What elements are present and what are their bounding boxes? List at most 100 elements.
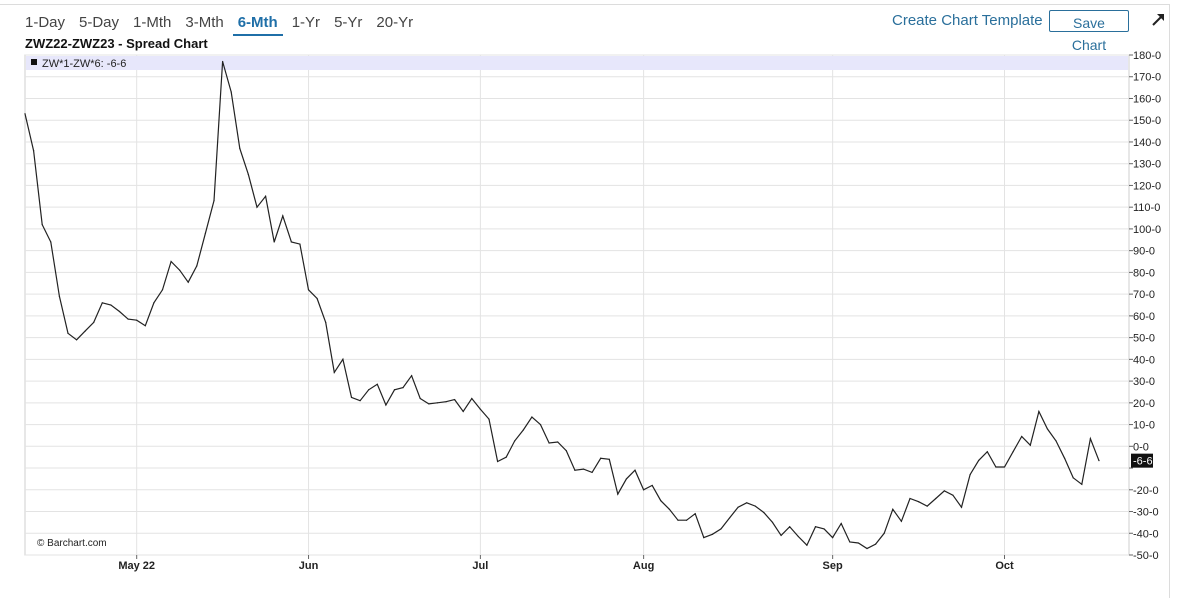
data-point xyxy=(1046,428,1049,430)
data-point xyxy=(625,478,628,480)
data-point xyxy=(995,466,997,468)
data-point xyxy=(643,489,645,491)
y-tick-label: 20-0 xyxy=(1133,398,1155,410)
y-tick-label: 170-0 xyxy=(1133,72,1161,84)
data-point xyxy=(909,497,911,500)
data-point xyxy=(617,493,619,495)
data-point xyxy=(402,387,404,389)
data-point xyxy=(428,403,430,405)
data-point xyxy=(814,526,817,528)
expand-arrow-icon[interactable] xyxy=(1148,10,1168,30)
plot-area xyxy=(24,54,1130,556)
data-point xyxy=(462,410,464,413)
x-tick-label: Oct xyxy=(995,560,1014,572)
data-point xyxy=(660,500,662,502)
data-point xyxy=(264,195,267,197)
data-point xyxy=(634,469,636,471)
data-point xyxy=(892,508,894,510)
data-point xyxy=(952,494,954,496)
x-tick-label: Aug xyxy=(633,560,654,572)
y-tick-label: 50-0 xyxy=(1133,333,1155,345)
y-tick-label: 160-0 xyxy=(1133,93,1161,105)
data-point xyxy=(273,241,275,243)
data-point xyxy=(24,113,26,115)
data-point xyxy=(350,396,353,398)
data-point xyxy=(1081,483,1083,485)
data-point xyxy=(325,321,327,323)
data-point xyxy=(960,506,963,508)
data-point xyxy=(986,451,988,453)
data-point xyxy=(935,497,937,500)
range-tab-1-day[interactable]: 1-Day xyxy=(20,12,70,36)
y-tick-label: 0-0 xyxy=(1133,441,1149,453)
range-tab-1-yr[interactable]: 1-Yr xyxy=(287,12,325,36)
data-point xyxy=(179,269,181,271)
data-point xyxy=(299,243,301,245)
data-point xyxy=(754,505,756,507)
data-point xyxy=(471,397,473,400)
data-point xyxy=(1021,435,1023,438)
range-tab-5-day[interactable]: 5-Day xyxy=(74,12,124,36)
data-point xyxy=(1072,477,1074,479)
data-point xyxy=(797,535,799,538)
range-tab-5-yr[interactable]: 5-Yr xyxy=(329,12,367,36)
data-point xyxy=(1038,410,1040,413)
y-tick-label: 60-0 xyxy=(1133,311,1155,323)
data-point xyxy=(548,442,550,444)
y-tick-label: 140-0 xyxy=(1133,137,1161,149)
data-point xyxy=(376,383,378,385)
data-point xyxy=(196,265,198,267)
y-tick-label: 110-0 xyxy=(1133,202,1160,214)
data-point xyxy=(849,541,851,543)
data-point xyxy=(136,319,138,321)
data-point xyxy=(832,537,834,539)
y-tick-label: 30-0 xyxy=(1133,376,1155,388)
data-point xyxy=(282,215,284,217)
data-point xyxy=(170,260,172,263)
range-tab-1-mth[interactable]: 1-Mth xyxy=(128,12,176,36)
range-tab-6-mth[interactable]: 6-Mth xyxy=(232,12,283,36)
range-tab-3-mth[interactable]: 3-Mth xyxy=(180,12,228,36)
data-point xyxy=(900,520,902,522)
data-point xyxy=(368,389,370,391)
data-point xyxy=(1029,444,1031,446)
data-point xyxy=(557,441,559,443)
data-point xyxy=(479,408,481,410)
y-tick-label: -40-0 xyxy=(1133,528,1159,540)
data-point xyxy=(213,200,215,202)
data-point xyxy=(316,297,318,300)
data-point xyxy=(943,490,945,492)
data-point xyxy=(84,330,86,332)
legend-label: ZW*1-ZW*6: -6-6 xyxy=(42,58,126,70)
data-point xyxy=(342,358,344,360)
save-chart-button[interactable]: Save Chart xyxy=(1049,10,1129,53)
data-point xyxy=(917,501,920,503)
data-point xyxy=(118,310,121,313)
y-tick-label: -30-0 xyxy=(1133,507,1159,519)
data-point xyxy=(677,519,679,521)
data-point xyxy=(222,60,224,63)
data-point xyxy=(789,526,791,528)
range-tab-20-yr[interactable]: 20-Yr xyxy=(371,12,418,36)
data-point xyxy=(187,281,189,283)
data-point xyxy=(591,471,593,473)
data-point xyxy=(703,537,705,539)
y-tick-label: 120-0 xyxy=(1133,180,1161,192)
data-point xyxy=(806,544,808,546)
data-point xyxy=(728,517,731,519)
watermark: © Barchart.com xyxy=(37,538,107,549)
data-point xyxy=(823,528,825,530)
y-tick-label: 100-0 xyxy=(1133,224,1161,236)
data-point xyxy=(93,321,95,323)
data-point xyxy=(668,508,671,510)
data-point xyxy=(978,459,980,462)
data-point xyxy=(600,457,602,459)
create-chart-template-link[interactable]: Create Chart Template xyxy=(892,12,1043,29)
data-point xyxy=(926,505,928,507)
data-point xyxy=(514,440,516,442)
x-tick-label: Jun xyxy=(299,560,319,572)
chart-title: ZWZ22-ZWZ23 - Spread Chart xyxy=(25,36,208,51)
data-point xyxy=(419,397,421,400)
y-tick-label: 80-0 xyxy=(1133,267,1155,279)
y-tick-label: 90-0 xyxy=(1133,246,1155,258)
